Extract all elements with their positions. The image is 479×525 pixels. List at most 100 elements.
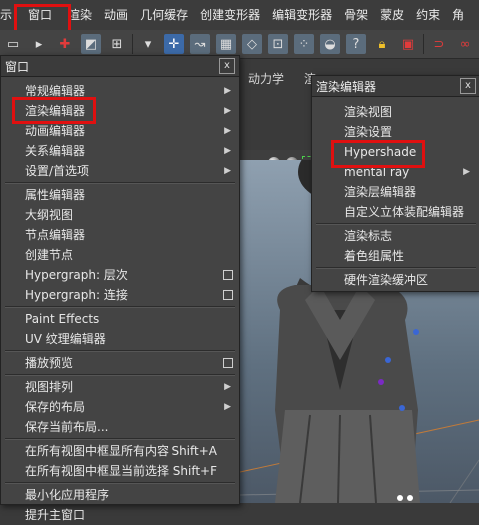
toolbar-divider-2 [423, 34, 424, 54]
menu-animation[interactable]: 动画 [98, 0, 134, 30]
render-region-icon[interactable]: ▣ [398, 34, 418, 54]
menu-item-label: 提升主窗口 [25, 508, 86, 522]
menu-item-shading-group-attributes[interactable]: 着色组属性 [312, 246, 479, 266]
lattice-icon[interactable]: ⊡ [268, 34, 288, 54]
window-menu-title: 窗口 [5, 59, 30, 74]
menu-item-label: 常规编辑器 [25, 84, 86, 98]
menu-edit-deformers[interactable]: 编辑变形器 [266, 0, 338, 30]
menu-item-label: 渲染层编辑器 [344, 185, 417, 199]
close-icon[interactable]: x [460, 78, 476, 94]
menu-divider [5, 482, 235, 484]
menu-constrain[interactable]: 约束 [410, 0, 446, 30]
shortcut-label: Shift+A [171, 444, 217, 458]
lock-icon[interactable]: 🔒︎ [372, 34, 392, 54]
menu-item-render-layer-editor[interactable]: 渲染层编辑器 [312, 182, 479, 202]
option-box-icon[interactable] [223, 290, 233, 300]
menu-item-label: 创建节点 [25, 248, 74, 262]
menu-item-node-editor[interactable]: 节点编辑器 [1, 225, 239, 245]
menu-item-hardware-render-buffer[interactable]: 硬件渲染缓冲区 [312, 270, 479, 290]
menu-item-label: Hypergraph: 连接 [25, 288, 128, 302]
menu-item-label: 渲染视图 [344, 105, 393, 119]
hypershade-highlight [331, 140, 425, 168]
menu-item-label: 节点编辑器 [25, 228, 86, 242]
submenu-arrow-icon: ▶ [463, 167, 470, 177]
menu-item-raise-main-window[interactable]: 提升主窗口 [1, 505, 239, 525]
menu-item-label: 最小化应用程序 [25, 488, 110, 502]
menu-item-create-node[interactable]: 创建节点 [1, 245, 239, 265]
particles-icon[interactable]: ⁘ [294, 34, 314, 54]
menu-item-paint-effects[interactable]: Paint Effects [1, 309, 239, 329]
menu-item-settings-preferences[interactable]: 设置/首选项 ▶ [1, 161, 239, 181]
menu-create-deformers[interactable]: 创建变形器 [194, 0, 266, 30]
menu-item-saved-layouts[interactable]: 保存的布局 ▶ [1, 397, 239, 417]
menu-item-minimize-application[interactable]: 最小化应用程序 [1, 485, 239, 505]
menu-divider [316, 267, 476, 269]
option-box-icon[interactable] [223, 358, 233, 368]
menu-item-label: 在所有视图中框显当前选择 [25, 464, 170, 478]
chain-icon[interactable]: ∞ [455, 34, 475, 54]
option-box-icon[interactable] [223, 270, 233, 280]
menu-skin[interactable]: 蒙皮 [374, 0, 410, 30]
toolbar-divider [132, 34, 133, 54]
menu-item-uv-texture-editor[interactable]: UV 纹理编辑器 [1, 329, 239, 349]
menu-item-playblast[interactable]: 播放预览 [1, 353, 239, 373]
menu-more[interactable]: 角 [446, 0, 470, 30]
menu-item-animation-editors[interactable]: 动画编辑器 ▶ [1, 121, 239, 141]
menu-divider [5, 182, 235, 184]
select-component-icon[interactable]: ⊞ [107, 34, 127, 54]
curve-icon[interactable]: ↝ [190, 34, 210, 54]
menu-item-label: 视图排列 [25, 380, 74, 394]
submenu-arrow-icon: ▶ [224, 126, 231, 136]
menu-divider [5, 374, 235, 376]
sphere-icon[interactable]: ◒ [320, 34, 340, 54]
snap-icon[interactable]: ✚ [55, 34, 75, 54]
new-scene-icon[interactable]: ▭ [3, 34, 23, 54]
menu-item-label: 硬件渲染缓冲区 [344, 273, 429, 287]
menu-geometry-cache[interactable]: 几何缓存 [134, 0, 194, 30]
menu-item-render-flags[interactable]: 渲染标志 [312, 226, 479, 246]
grid-icon[interactable]: ▦ [216, 34, 236, 54]
menu-item-label: 播放预览 [25, 356, 74, 370]
move-tool-icon[interactable]: ✛ [164, 34, 184, 54]
menu-item-frame-selection-in-all-views[interactable]: 在所有视图中框显当前选择 Shift+F [1, 461, 239, 481]
plane-icon[interactable]: ◇ [242, 34, 262, 54]
close-icon[interactable]: x [219, 58, 235, 74]
menu-item-label: 设置/首选项 [25, 164, 90, 178]
menu-item-hypergraph-hierarchy[interactable]: Hypergraph: 层次 [1, 265, 239, 285]
dropdown-icon[interactable]: ▾ [138, 34, 158, 54]
menu-item-save-current-layout[interactable]: 保存当前布局... [1, 417, 239, 437]
menu-item-frame-all-in-all-views[interactable]: 在所有视图中框显所有内容 Shift+A [1, 441, 239, 461]
menu-item-label: 关系编辑器 [25, 144, 86, 158]
menu-divider [316, 223, 476, 225]
menu-item-render-view[interactable]: 渲染视图 [312, 102, 479, 122]
menu-item-label: 着色组属性 [344, 249, 405, 263]
help-icon[interactable]: ? [346, 34, 366, 54]
menu-item-label: 自定义立体装配编辑器 [344, 205, 465, 219]
menu-item-outliner[interactable]: 大纲视图 [1, 205, 239, 225]
menu-item-custom-stereo-rig-editor[interactable]: 自定义立体装配编辑器 [312, 202, 479, 222]
menu-item-render-settings[interactable]: 渲染设置 [312, 122, 479, 142]
menu-item-view-arrangement[interactable]: 视图排列 ▶ [1, 377, 239, 397]
submenu-arrow-icon: ▶ [224, 146, 231, 156]
menu-skeleton[interactable]: 骨架 [338, 0, 374, 30]
menu-divider [5, 350, 235, 352]
shortcut-label: Shift+F [172, 464, 217, 478]
rendering-editors-titlebar[interactable]: 渲染编辑器 x [312, 76, 479, 97]
menu-divider [5, 306, 235, 308]
menu-item-label: 渲染标志 [344, 229, 393, 243]
menu-item-label: 动画编辑器 [25, 124, 86, 138]
shelf-tab-dynamics[interactable]: 动力学 [240, 68, 293, 90]
submenu-arrow-icon: ▶ [224, 106, 231, 116]
open-scene-icon[interactable]: ▸ [29, 34, 49, 54]
menu-item-label: 保存的布局 [25, 400, 86, 414]
menu-item-label: UV 纹理编辑器 [25, 332, 106, 346]
magnet-icon[interactable]: ⊃ [429, 34, 449, 54]
submenu-arrow-icon: ▶ [224, 86, 231, 96]
rendering-editors-title: 渲染编辑器 [316, 79, 377, 94]
menu-item-label: 渲染设置 [344, 125, 393, 139]
select-object-icon[interactable]: ◩ [81, 34, 101, 54]
menu-item-relationship-editors[interactable]: 关系编辑器 ▶ [1, 141, 239, 161]
menu-item-hypergraph-connections[interactable]: Hypergraph: 连接 [1, 285, 239, 305]
window-menu-titlebar[interactable]: 窗口 x [1, 56, 239, 77]
menu-item-attribute-editor[interactable]: 属性编辑器 [1, 185, 239, 205]
